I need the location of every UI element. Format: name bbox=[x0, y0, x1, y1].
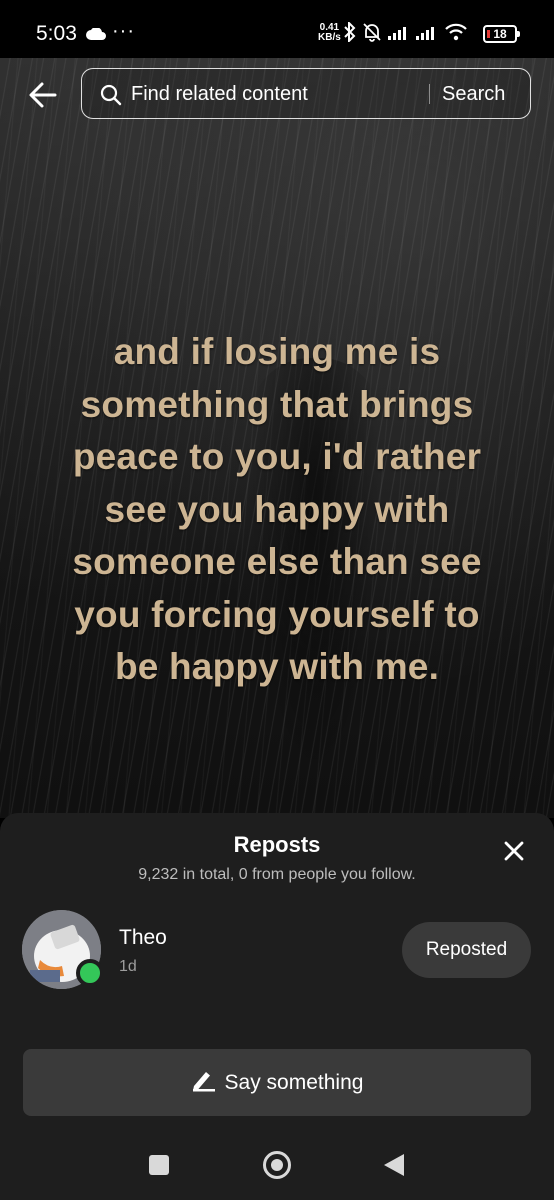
reposts-sheet: Reposts 9,232 in total, 0 from people yo… bbox=[0, 813, 554, 1200]
say-something-button[interactable]: Say something bbox=[23, 1049, 531, 1116]
repost-time: 1d bbox=[119, 958, 137, 975]
status-icons bbox=[344, 20, 468, 47]
search-icon bbox=[100, 84, 122, 111]
battery-icon: 18 bbox=[483, 25, 520, 43]
sheet-subtitle: 9,232 in total, 0 from people you follow… bbox=[138, 866, 416, 883]
sheet-title: Reposts bbox=[233, 832, 321, 857]
signal-icon bbox=[388, 24, 410, 45]
online-status-badge bbox=[76, 959, 104, 987]
reposted-button[interactable]: Reposted bbox=[402, 922, 531, 978]
back-button[interactable] bbox=[28, 80, 58, 110]
system-back-button[interactable] bbox=[384, 1154, 404, 1176]
mute-bell-icon bbox=[362, 22, 382, 47]
pencil-icon bbox=[191, 1068, 217, 1097]
network-speed: 0.41 KB/s bbox=[318, 23, 341, 43]
search-button[interactable]: Search bbox=[442, 83, 505, 106]
status-bar: 5:03 ··· 0.41 KB/s 18 bbox=[0, 0, 554, 58]
search-bar[interactable]: Find related content Search bbox=[81, 68, 531, 119]
user-name[interactable]: Theo bbox=[119, 926, 167, 950]
arrow-left-icon bbox=[29, 82, 57, 108]
search-divider bbox=[429, 84, 430, 104]
recent-apps-button[interactable] bbox=[149, 1155, 169, 1175]
battery-level: 18 bbox=[493, 27, 507, 41]
network-speed-unit: KB/s bbox=[318, 32, 341, 43]
signal-icon bbox=[416, 24, 438, 45]
video-caption: and if losing me is something that bring… bbox=[72, 331, 482, 687]
system-nav-bar bbox=[0, 1143, 554, 1200]
home-button[interactable] bbox=[263, 1151, 291, 1179]
search-input[interactable]: Find related content bbox=[131, 83, 308, 106]
close-button[interactable] bbox=[502, 839, 526, 863]
say-something-label: Say something bbox=[224, 1070, 364, 1094]
status-more-dots: ··· bbox=[112, 20, 135, 42]
close-icon bbox=[504, 841, 524, 861]
list-item[interactable]: Theo 1d Reposted bbox=[0, 908, 554, 998]
cloud-icon bbox=[86, 27, 106, 45]
status-time: 5:03 bbox=[36, 22, 77, 45]
wifi-icon bbox=[444, 23, 468, 46]
bluetooth-icon bbox=[344, 20, 356, 47]
